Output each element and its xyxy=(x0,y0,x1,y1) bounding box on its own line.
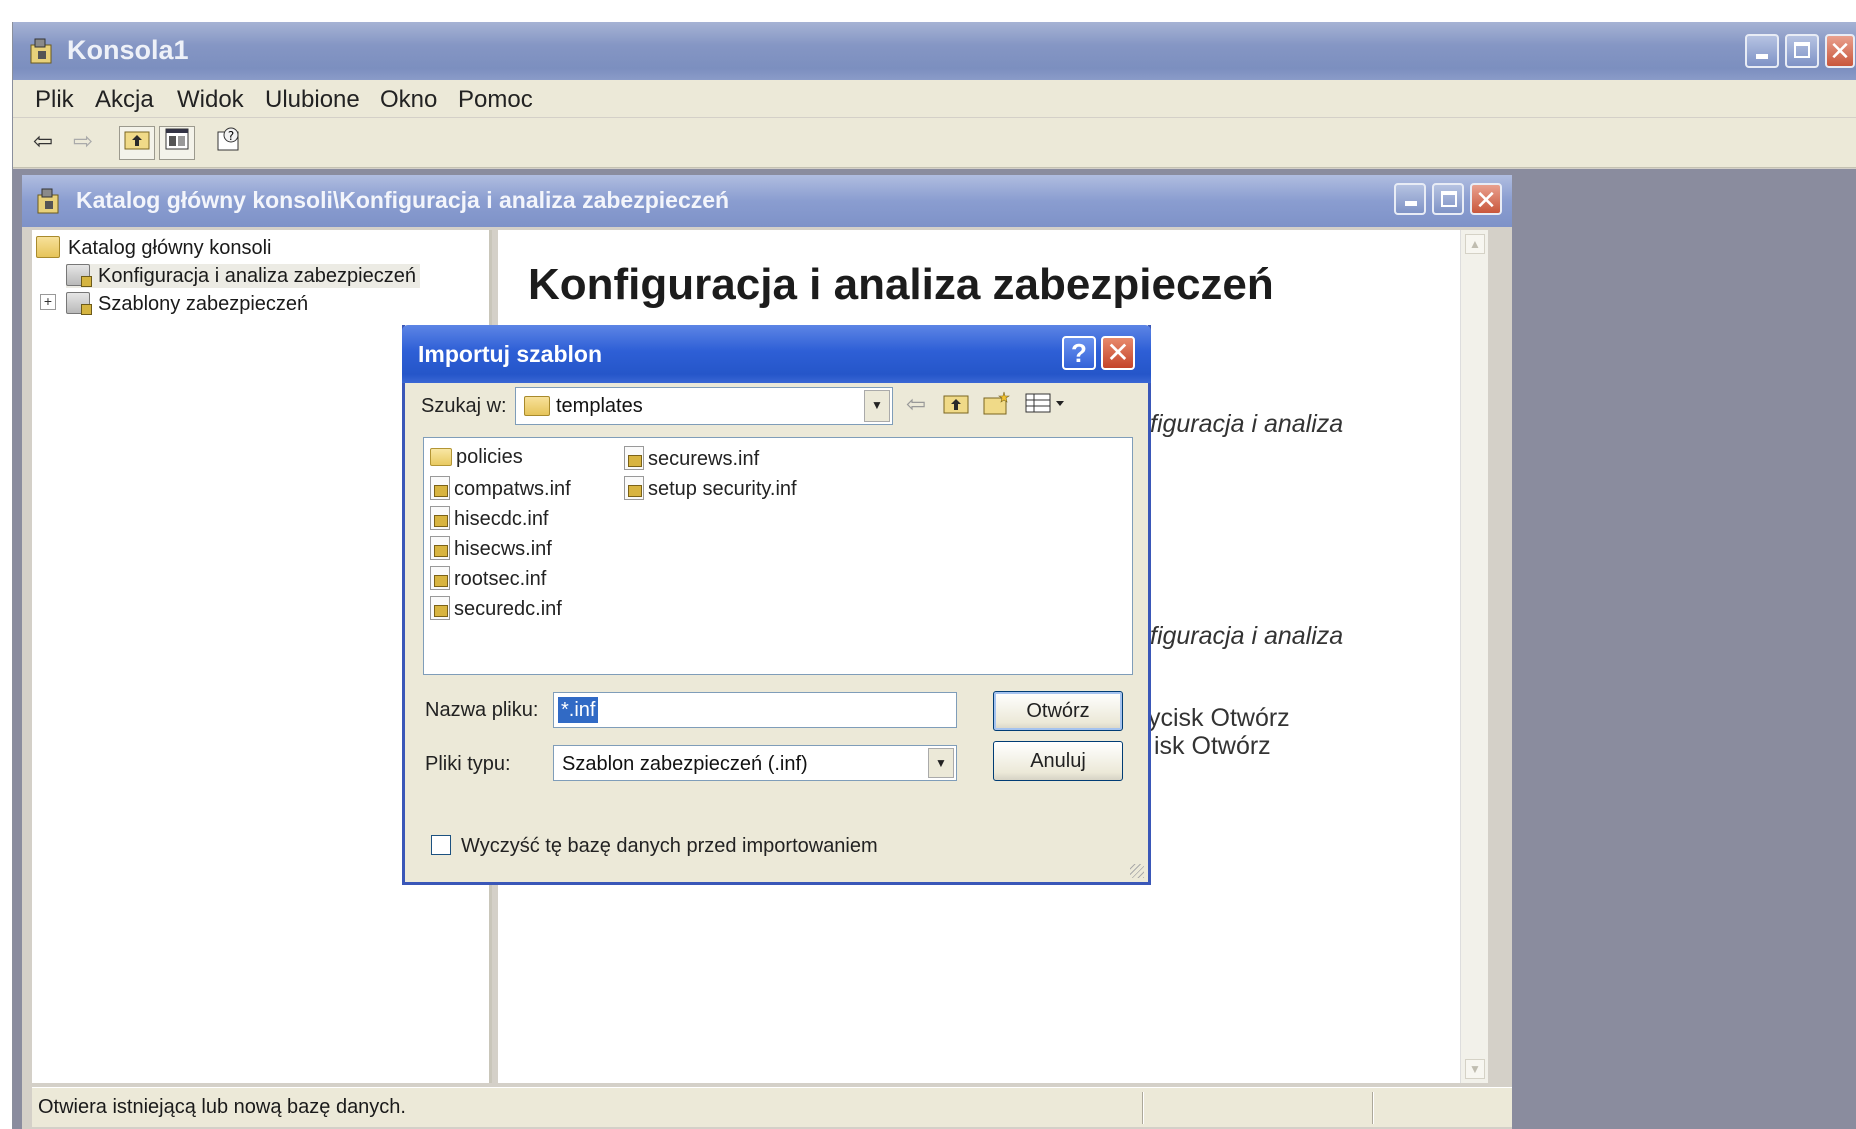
menu-plik[interactable]: Plik xyxy=(35,86,74,114)
filename-value: *.inf xyxy=(558,697,599,723)
list-item-folder[interactable]: policies xyxy=(430,446,523,469)
folder-icon xyxy=(36,236,60,258)
dialog-title-bar[interactable]: Importuj szablon ? ✕ xyxy=(402,325,1151,383)
view-menu-icon[interactable] xyxy=(1023,390,1069,420)
template-file-icon xyxy=(624,476,644,500)
tree-item-label: Szablony zabezpieczeń xyxy=(98,293,309,315)
tree-item-root[interactable]: Katalog główny konsoli xyxy=(36,236,271,260)
status-separator xyxy=(1372,1092,1374,1124)
folder-icon xyxy=(430,448,452,466)
content-text-fragment: ycisk Otwórz xyxy=(1148,704,1290,732)
main-title-bar[interactable]: Konsola1 ✕ xyxy=(13,22,1856,80)
main-window-title: Konsola1 xyxy=(67,35,189,65)
template-file-icon xyxy=(430,566,450,590)
chevron-down-icon: ▼ xyxy=(928,748,954,778)
console-app-icon xyxy=(29,37,55,65)
minimize-icon xyxy=(1756,54,1768,59)
tree-item-security-config[interactable]: Konfiguracja i analiza zabezpieczeń xyxy=(66,264,420,288)
scroll-up-icon[interactable]: ▲ xyxy=(1465,234,1485,254)
expand-toggle[interactable]: + xyxy=(40,294,56,310)
child-close-button[interactable]: ✕ xyxy=(1470,183,1502,215)
filetype-label: Pliki typu: xyxy=(425,753,511,775)
checkbox-label: Wyczyść tę bazę danych przed importowani… xyxy=(461,835,878,857)
list-item-file[interactable]: securews.inf xyxy=(624,446,759,471)
child-title-bar[interactable]: Katalog główny konsoli\Konfiguracja i an… xyxy=(22,175,1512,227)
file-list[interactable]: policies compatws.inf hisecdc.inf hisecw… xyxy=(423,437,1133,675)
content-text-fragment: figuracja i analiza xyxy=(1150,622,1344,650)
import-template-dialog: Importuj szablon ? ✕ Szukaj w: templates… xyxy=(402,325,1151,885)
forward-arrow-icon[interactable]: ⇨ xyxy=(65,126,101,160)
child-maximize-button[interactable] xyxy=(1432,183,1464,215)
console-root-icon xyxy=(36,187,62,215)
tree-item-label: Katalog główny konsoli xyxy=(68,237,272,259)
maximize-icon xyxy=(1441,191,1457,207)
dialog-help-button[interactable]: ? xyxy=(1062,336,1096,370)
up-folder-icon[interactable] xyxy=(119,126,155,160)
look-in-value: templates xyxy=(556,395,643,417)
menu-widok[interactable]: Widok xyxy=(177,86,244,114)
folder-icon xyxy=(524,396,550,416)
dialog-title: Importuj szablon xyxy=(418,341,602,367)
filetype-value: Szablon zabezpieczeń (.inf) xyxy=(562,753,808,775)
snapin-icon xyxy=(66,292,92,315)
show-tree-icon[interactable] xyxy=(159,126,195,160)
content-text-fragment: figuracja i analiza xyxy=(1150,410,1344,438)
template-file-icon xyxy=(430,506,450,530)
maximize-icon xyxy=(1794,42,1810,58)
tree-item-security-templates[interactable]: Szablony zabezpieczeń xyxy=(66,292,308,316)
toolbar: ⇦ ⇨ ? xyxy=(13,118,1856,168)
menu-akcja[interactable]: Akcja xyxy=(95,86,154,114)
child-minimize-button[interactable] xyxy=(1394,183,1426,215)
template-file-icon xyxy=(430,476,450,500)
vertical-scrollbar[interactable]: ▲ ▼ xyxy=(1460,230,1488,1083)
help-icon[interactable]: ? xyxy=(211,126,247,160)
status-text: Otwiera istniejącą lub nową bazę danych. xyxy=(38,1096,406,1118)
menu-okno[interactable]: Okno xyxy=(380,86,437,114)
back-arrow-icon[interactable]: ⇦ xyxy=(25,126,61,160)
status-separator xyxy=(1142,1092,1144,1124)
minimize-icon xyxy=(1405,201,1417,206)
menu-pomoc[interactable]: Pomoc xyxy=(458,86,533,114)
main-maximize-button[interactable] xyxy=(1785,34,1819,68)
new-folder-icon[interactable] xyxy=(981,390,1011,420)
close-icon: ✕ xyxy=(1829,36,1851,66)
clear-database-checkbox[interactable] xyxy=(431,835,451,855)
list-item-file[interactable]: setup security.inf xyxy=(624,476,797,501)
template-file-icon xyxy=(430,596,450,620)
filetype-dropdown[interactable]: Szablon zabezpieczeń (.inf) ▼ xyxy=(553,745,957,781)
template-file-icon xyxy=(624,446,644,470)
content-text-fragment: isk Otwórz xyxy=(1154,732,1271,760)
main-close-button[interactable]: ✕ xyxy=(1825,34,1855,68)
scroll-down-icon[interactable]: ▼ xyxy=(1465,1059,1485,1079)
child-window-title: Katalog główny konsoli\Konfiguracja i an… xyxy=(76,187,730,213)
tree-item-label: Konfiguracja i analiza zabezpieczeń xyxy=(98,265,416,287)
back-arrow-icon[interactable]: ⇦ xyxy=(901,390,931,420)
look-in-dropdown[interactable]: templates ▼ xyxy=(515,387,893,425)
open-button[interactable]: Otwórz xyxy=(993,691,1123,731)
template-file-icon xyxy=(430,536,450,560)
snapin-icon xyxy=(66,264,92,287)
content-heading: Konfiguracja i analiza zabezpieczeń xyxy=(528,260,1274,309)
close-icon: ✕ xyxy=(1475,185,1497,215)
filename-label: Nazwa pliku: xyxy=(425,699,539,721)
svg-text:?: ? xyxy=(228,129,234,143)
look-in-label: Szukaj w: xyxy=(421,395,507,417)
resize-grip[interactable] xyxy=(1130,864,1144,878)
list-item-file[interactable]: hisecdc.inf xyxy=(430,506,549,531)
menu-ulubione[interactable]: Ulubione xyxy=(265,86,360,114)
main-minimize-button[interactable] xyxy=(1745,34,1779,68)
list-item-file[interactable]: compatws.inf xyxy=(430,476,571,501)
list-item-file[interactable]: rootsec.inf xyxy=(430,566,546,591)
menu-bar: Plik Akcja Widok Ulubione Okno Pomoc xyxy=(13,80,1856,118)
status-bar: Otwiera istniejącą lub nową bazę danych. xyxy=(32,1087,1512,1127)
filename-input[interactable]: *.inf xyxy=(553,692,957,728)
list-item-file[interactable]: securedc.inf xyxy=(430,596,562,621)
chevron-down-icon: ▼ xyxy=(864,390,890,422)
cancel-button[interactable]: Anuluj xyxy=(993,741,1123,781)
list-item-file[interactable]: hisecws.inf xyxy=(430,536,552,561)
up-one-level-icon[interactable] xyxy=(941,390,971,420)
dialog-close-button[interactable]: ✕ xyxy=(1101,336,1135,370)
